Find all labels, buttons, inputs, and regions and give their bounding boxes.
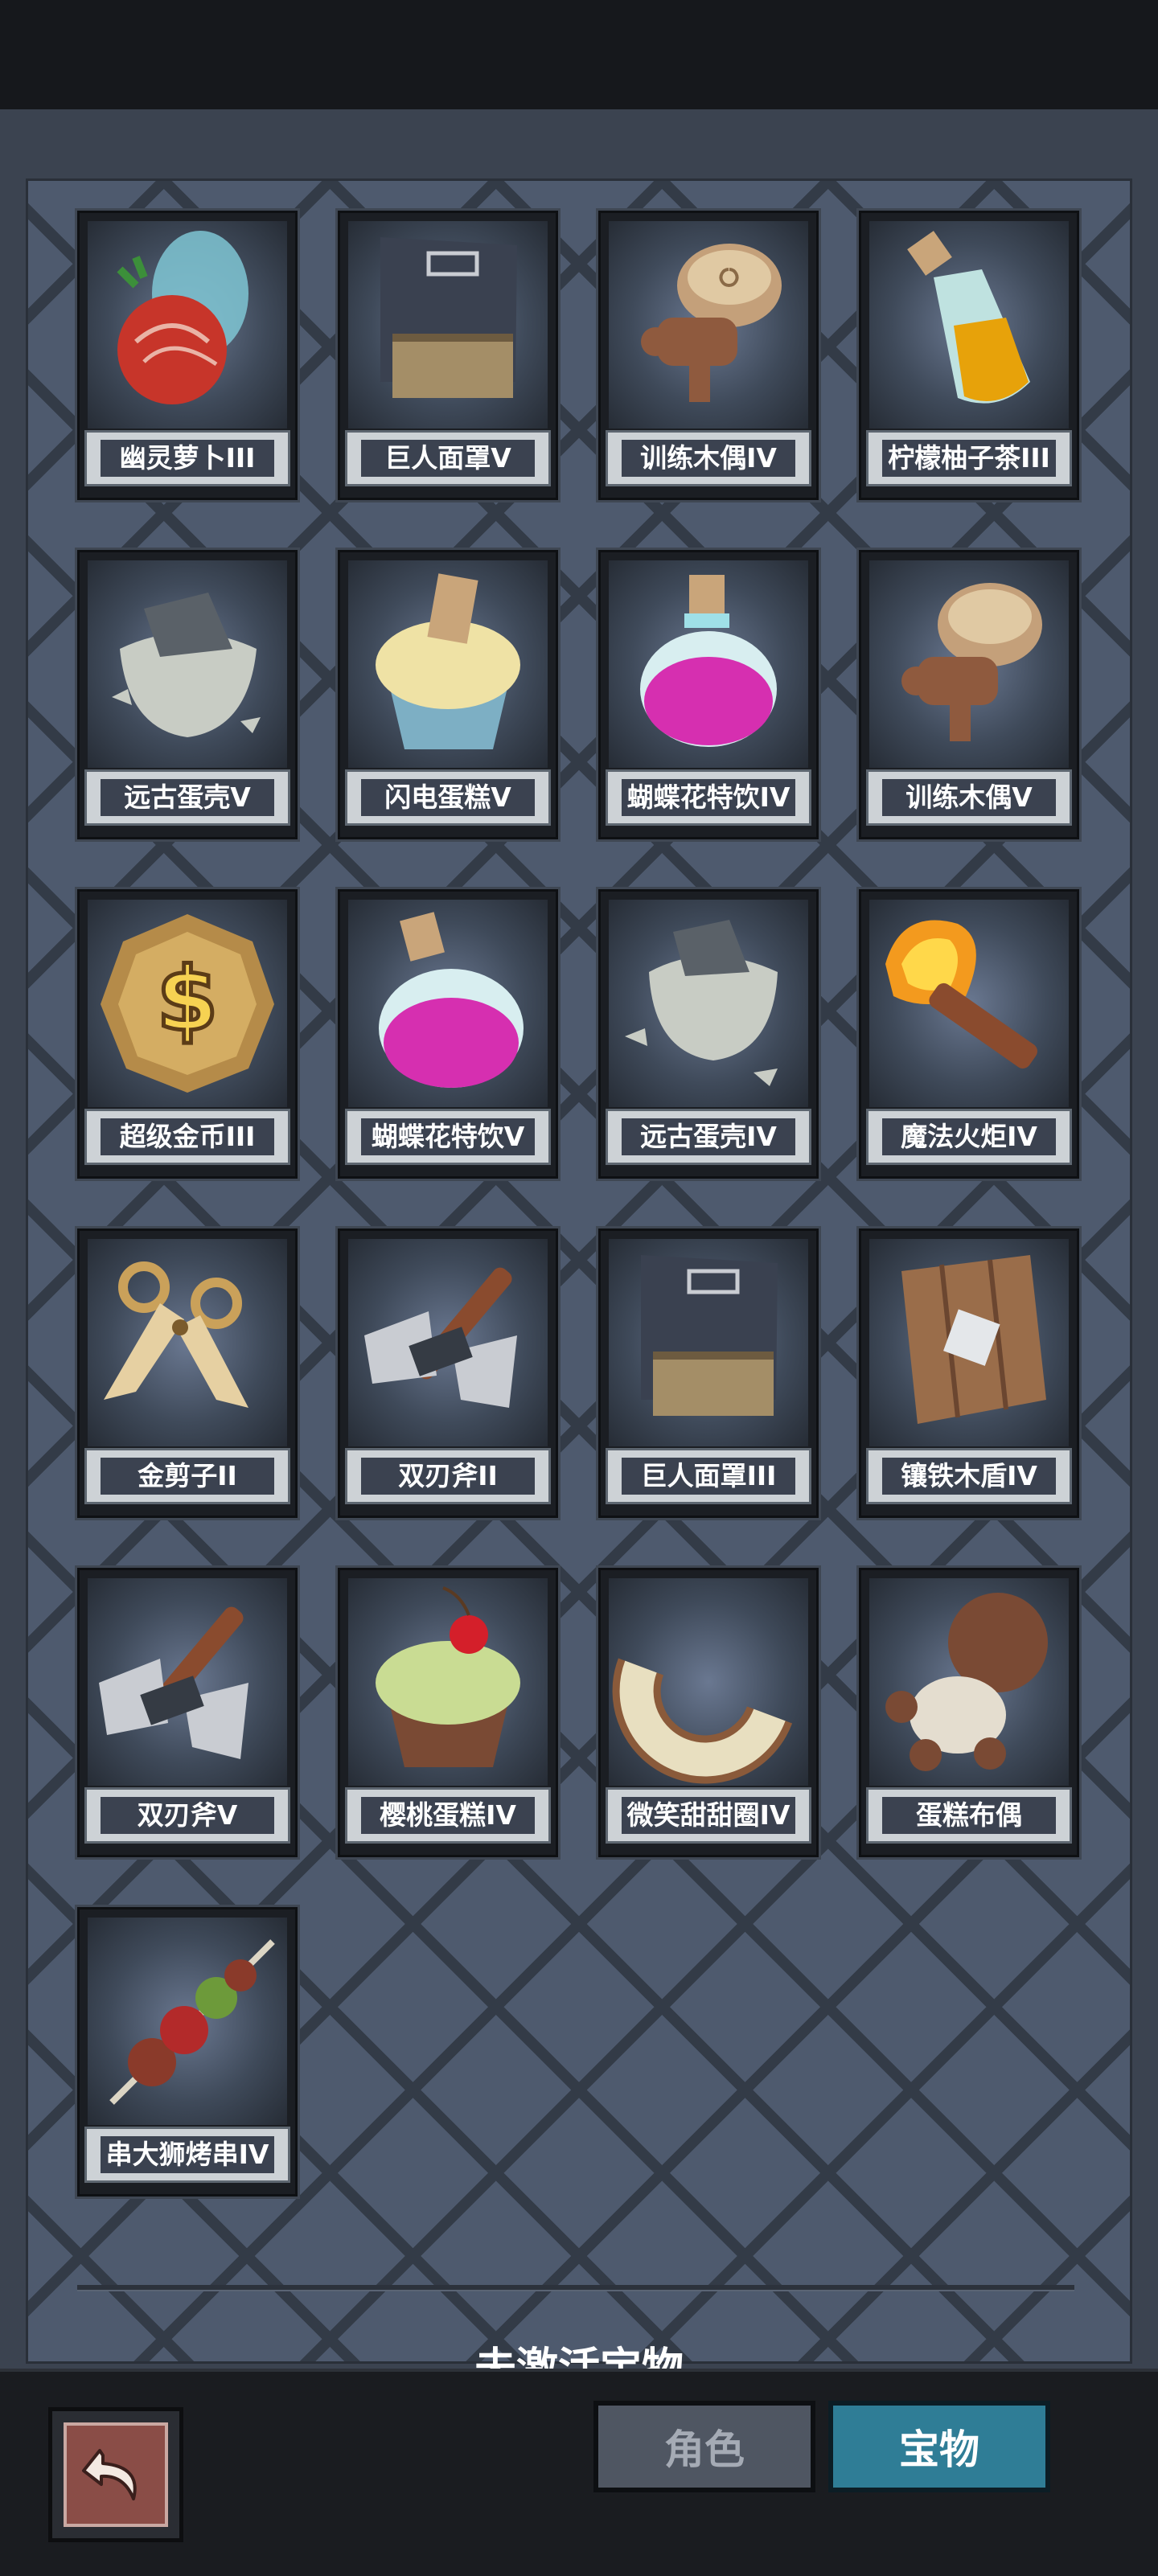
treasure-label: 蝴蝶花特饮IV (606, 769, 811, 826)
treasure-card[interactable]: 训练木偶IV (598, 211, 819, 500)
tab-role[interactable]: 角色 (593, 2401, 815, 2492)
cherry-cupcake-icon (348, 1578, 548, 1786)
ancient-eggshell-icon (609, 900, 808, 1107)
treasure-name: 串大狮烤串IV (101, 2136, 274, 2173)
treasure-label: 镶铁木盾IV (866, 1448, 1072, 1504)
iron-wood-shield-icon (869, 1239, 1069, 1446)
treasure-card[interactable]: 魔法火炬IV (859, 889, 1079, 1179)
section-divider (77, 2285, 1074, 2291)
treasure-card[interactable]: 幽灵萝卜III (77, 211, 298, 500)
treasure-name: 双刃斧II (361, 1458, 535, 1495)
treasure-card[interactable]: 双刃斧II (338, 1229, 558, 1518)
svg-text:$: $ (157, 948, 219, 1051)
pink-potion-icon (348, 900, 548, 1107)
pink-potion-icon (609, 560, 808, 768)
treasure-card[interactable]: 微笑甜甜圈IV (598, 1568, 819, 1857)
treasure-card[interactable]: 金剪子II (77, 1229, 298, 1518)
treasure-label: 闪电蛋糕V (345, 769, 551, 826)
treasure-label: 双刃斧II (345, 1448, 551, 1504)
treasure-label: 柠檬柚子茶III (866, 430, 1072, 486)
treasure-label: 魔法火炬IV (866, 1109, 1072, 1165)
tab-treasure[interactable]: 宝物 (828, 2401, 1050, 2492)
treasure-label: 超级金币III (84, 1109, 290, 1165)
treasure-label: 训练木偶IV (606, 430, 811, 486)
treasure-card[interactable]: 远古蛋壳V (77, 550, 298, 839)
treasure-label: 樱桃蛋糕IV (345, 1787, 551, 1844)
treasure-name: 巨人面罩V (361, 440, 535, 477)
treasure-card[interactable]: 樱桃蛋糕IV (338, 1568, 558, 1857)
treasure-card[interactable]: 远古蛋壳IV (598, 889, 819, 1179)
treasure-label: 蛋糕布偶 (866, 1787, 1072, 1844)
giant-mask-icon (348, 221, 548, 429)
treasure-name: 樱桃蛋糕IV (361, 1797, 535, 1834)
treasure-name: 远古蛋壳IV (622, 1118, 795, 1155)
treasure-card[interactable]: 巨人面罩V (338, 211, 558, 500)
ghost-radish-icon (88, 221, 287, 429)
treasure-name: 蝴蝶花特饮V (361, 1118, 535, 1155)
treasure-name: 柠檬柚子茶III (882, 440, 1056, 477)
giant-mask-icon (609, 1239, 808, 1446)
treasure-card[interactable]: 训练木偶V (859, 550, 1079, 839)
cake-doll-icon (869, 1578, 1069, 1786)
treasure-name: 蝴蝶花特饮IV (622, 779, 795, 816)
treasure-label: 幽灵萝卜III (84, 430, 290, 486)
double-axe-icon (348, 1239, 548, 1446)
treasure-card[interactable]: $ 超级金币III (77, 889, 298, 1179)
double-axe-icon (88, 1578, 287, 1786)
top-status-bar (0, 0, 1158, 109)
treasure-label: 远古蛋壳V (84, 769, 290, 826)
treasure-card[interactable]: 柠檬柚子茶III (859, 211, 1079, 500)
treasure-label: 巨人面罩V (345, 430, 551, 486)
training-dummy-icon (869, 560, 1069, 768)
treasure-name: 远古蛋壳V (101, 779, 274, 816)
lightning-cupcake-icon (348, 560, 548, 768)
treasure-label: 串大狮烤串IV (84, 2127, 290, 2183)
ancient-eggshell-icon (88, 560, 287, 768)
treasure-card[interactable]: 闪电蛋糕V (338, 550, 558, 839)
treasure-card[interactable]: 蝴蝶花特饮V (338, 889, 558, 1179)
treasure-label: 双刃斧V (84, 1787, 290, 1844)
back-arrow-icon (64, 2422, 168, 2527)
gold-coin-icon: $ (88, 900, 287, 1107)
treasure-name: 训练木偶IV (622, 440, 795, 477)
treasure-card[interactable]: 双刃斧V (77, 1568, 298, 1857)
treasure-name: 训练木偶V (882, 779, 1056, 816)
treasure-card[interactable]: 蝴蝶花特饮IV (598, 550, 819, 839)
treasure-name: 幽灵萝卜III (101, 440, 274, 477)
treasure-name: 蛋糕布偶 (882, 1797, 1056, 1834)
treasure-name: 金剪子II (101, 1458, 274, 1495)
treasure-name: 闪电蛋糕V (361, 779, 535, 816)
treasure-name: 超级金币III (101, 1118, 274, 1155)
treasure-label: 远古蛋壳IV (606, 1109, 811, 1165)
magic-torch-icon (869, 900, 1069, 1107)
back-button[interactable] (48, 2407, 183, 2542)
kebab-skewer-icon (88, 1918, 287, 2125)
treasure-name: 镶铁木盾IV (882, 1458, 1056, 1495)
treasure-card[interactable]: 巨人面罩III (598, 1229, 819, 1518)
smile-donut-icon (609, 1578, 808, 1786)
lemon-tea-bottle-icon (869, 221, 1069, 429)
treasure-label: 训练木偶V (866, 769, 1072, 826)
treasure-card[interactable]: 串大狮烤串IV (77, 1907, 298, 2197)
treasure-label: 微笑甜甜圈IV (606, 1787, 811, 1844)
treasure-name: 巨人面罩III (622, 1458, 795, 1495)
treasure-name: 魔法火炬IV (882, 1118, 1056, 1155)
treasure-name: 双刃斧V (101, 1797, 274, 1834)
golden-scissors-icon (88, 1239, 287, 1446)
treasure-label: 蝴蝶花特饮V (345, 1109, 551, 1165)
treasure-card[interactable]: 镶铁木盾IV (859, 1229, 1079, 1518)
inactive-treasures-title: 未激活宝物 (474, 2344, 684, 2369)
treasure-name: 微笑甜甜圈IV (622, 1797, 795, 1834)
training-dummy-icon (609, 221, 808, 429)
treasure-label: 巨人面罩III (606, 1448, 811, 1504)
treasure-label: 金剪子II (84, 1448, 290, 1504)
treasure-card[interactable]: 蛋糕布偶 (859, 1568, 1079, 1857)
